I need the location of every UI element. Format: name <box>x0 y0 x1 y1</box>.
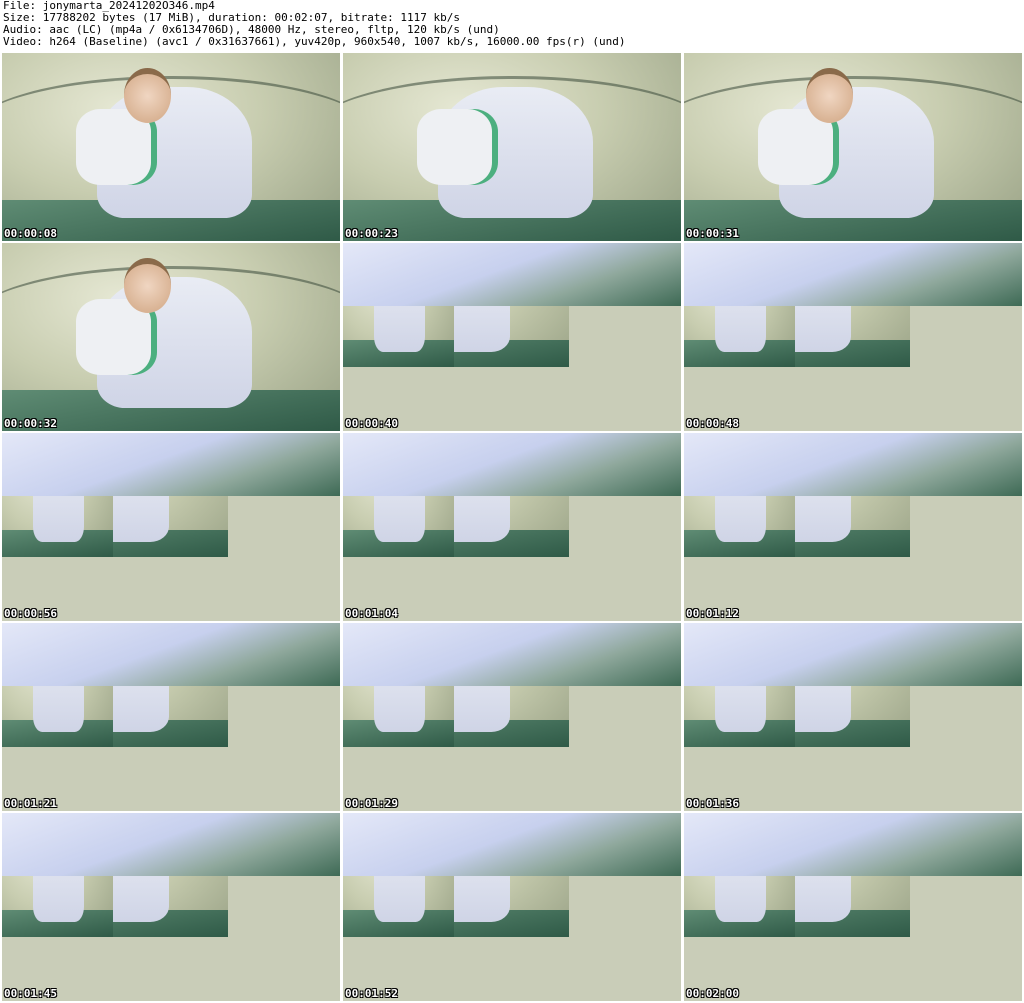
timestamp-label: 00:01:52 <box>345 987 398 1000</box>
timestamp-label: 00:00:56 <box>4 607 57 620</box>
timestamp-label: 00:00:32 <box>4 417 57 430</box>
thumbnail-frame: 00:00:08 <box>2 53 340 241</box>
file-info-header: File: jonymarta_20241202O346.mp4 Size: 1… <box>3 0 1021 52</box>
thumbnail-frame: 00:02:00 <box>684 813 1022 1001</box>
thumbnail-frame: 00:01:21 <box>2 623 340 811</box>
thumbnail-frame: 00:00:40 <box>343 243 681 431</box>
timestamp-label: 00:01:45 <box>4 987 57 1000</box>
thumbnail-grid: 00:00:08 00:00:23 00:00:31 00:00:32 00:0… <box>2 53 1022 1001</box>
timestamp-label: 00:02:00 <box>686 987 739 1000</box>
timestamp-label: 00:00:08 <box>4 227 57 240</box>
thumbnail-frame: 00:01:52 <box>343 813 681 1001</box>
timestamp-label: 00:01:12 <box>686 607 739 620</box>
thumbnail-frame: 00:00:31 <box>684 53 1022 241</box>
thumbnail-frame: 00:01:04 <box>343 433 681 621</box>
timestamp-label: 00:01:29 <box>345 797 398 810</box>
timestamp-label: 00:00:48 <box>686 417 739 430</box>
timestamp-label: 00:01:04 <box>345 607 398 620</box>
timestamp-label: 00:00:31 <box>686 227 739 240</box>
timestamp-label: 00:01:36 <box>686 797 739 810</box>
video-info-line: Video: h264 (Baseline) (avc1 / 0x3163766… <box>3 36 626 48</box>
thumbnail-frame: 00:01:12 <box>684 433 1022 621</box>
timestamp-label: 00:00:40 <box>345 417 398 430</box>
thumbnail-frame: 00:00:32 <box>2 243 340 431</box>
thumbnail-frame: 00:01:45 <box>2 813 340 1001</box>
thumbnail-frame: 00:00:23 <box>343 53 681 241</box>
thumbnail-frame: 00:01:29 <box>343 623 681 811</box>
thumbnail-frame: 00:00:48 <box>684 243 1022 431</box>
timestamp-label: 00:01:21 <box>4 797 57 810</box>
audio-info-line: Audio: aac (LC) (mp4a / 0x6134706D), 480… <box>3 24 500 36</box>
timestamp-label: 00:00:23 <box>345 227 398 240</box>
thumbnail-frame: 00:00:56 <box>2 433 340 621</box>
file-size-line: Size: 17788202 bytes (17 MiB), duration:… <box>3 12 460 24</box>
thumbnail-frame: 00:01:36 <box>684 623 1022 811</box>
file-name-line: File: jonymarta_20241202O346.mp4 <box>3 0 215 12</box>
